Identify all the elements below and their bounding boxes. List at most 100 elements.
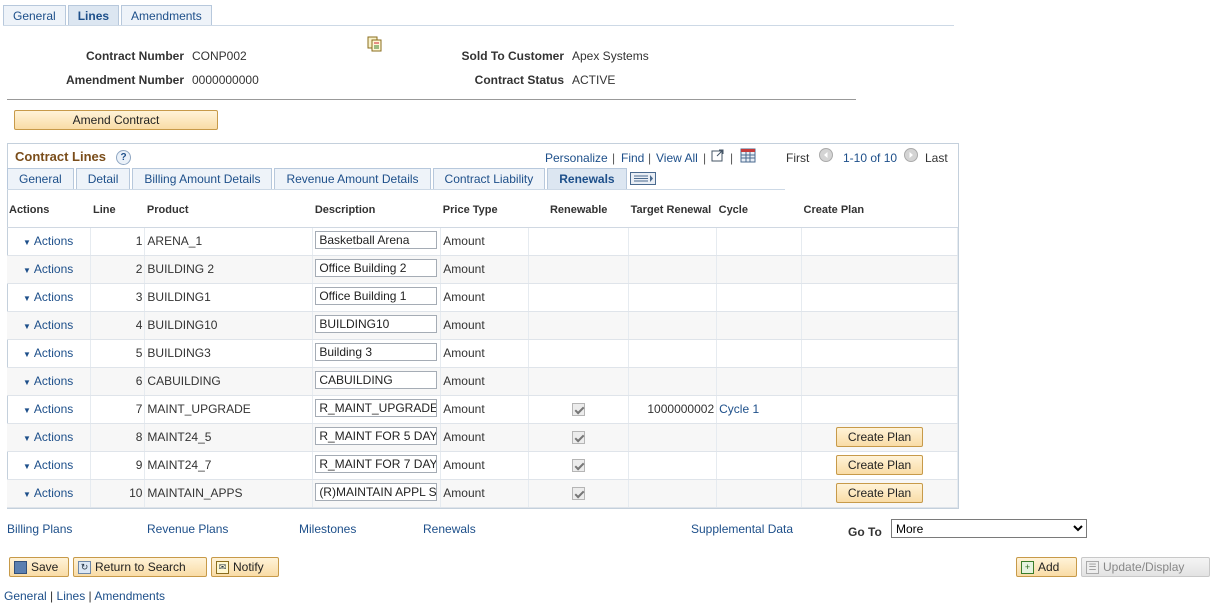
column-header-create-plan: Create Plan — [801, 194, 958, 228]
revenue-plans-link[interactable]: Revenue Plans — [147, 522, 228, 536]
description-input[interactable]: (R)MAINTAIN APPL S — [315, 482, 438, 501]
return-to-search-button[interactable]: ↻ Return to Search — [73, 557, 207, 577]
target-renewal-cell: 1000000002 — [628, 395, 718, 424]
renewable-checkbox[interactable] — [572, 487, 586, 501]
supplemental-data-link[interactable]: Supplemental Data — [691, 522, 793, 536]
tab-renewals[interactable]: Renewals — [547, 168, 627, 189]
create-plan-cell — [801, 311, 958, 340]
product-cell: BUILDING3 — [144, 339, 314, 368]
find-link[interactable]: Find — [621, 151, 644, 165]
price-type-cell: Amount — [440, 311, 530, 340]
product-cell: MAINT24_7 — [144, 451, 314, 480]
description-input[interactable]: CABUILDING — [315, 370, 438, 389]
create-plan-button[interactable]: Create Plan — [836, 483, 924, 503]
renewable-cell — [528, 311, 630, 340]
milestones-link[interactable]: Milestones — [299, 522, 356, 536]
sold-to-label: Sold To Customer — [461, 49, 564, 63]
row-actions-menu[interactable]: ▼ Actions — [23, 430, 73, 444]
row-actions-menu[interactable]: ▼ Actions — [23, 290, 73, 304]
row-actions-menu[interactable]: ▼ Actions — [23, 458, 73, 472]
actions-cell: ▼ Actions — [7, 367, 92, 396]
footer-page-links: General | Lines | Amendments — [4, 589, 165, 603]
renewable-checkbox[interactable] — [572, 459, 586, 473]
description-input[interactable]: BUILDING10 — [315, 314, 438, 333]
tab-amendments[interactable]: Amendments — [121, 5, 212, 26]
show-all-columns-icon[interactable] — [629, 168, 657, 189]
row-actions-menu[interactable]: ▼ Actions — [23, 262, 73, 276]
tab-billing-amount-details[interactable]: Billing Amount Details — [132, 168, 273, 189]
goto-select[interactable]: More — [891, 519, 1087, 538]
renewals-link[interactable]: Renewals — [423, 522, 476, 536]
description-input[interactable]: R_MAINT FOR 5 DAY — [315, 426, 438, 445]
create-plan-button[interactable]: Create Plan — [836, 455, 924, 475]
dropdown-caret-icon: ▼ — [23, 406, 31, 415]
row-actions-label: Actions — [33, 290, 74, 304]
footer-general-link[interactable]: General — [4, 589, 47, 603]
tab-detail[interactable]: Detail — [75, 168, 131, 189]
table-row: ▼ Actions 3 BUILDING1 Office Building 1 Amoun… — [7, 283, 958, 312]
help-icon[interactable]: ? — [116, 150, 131, 165]
nav-separator: | — [703, 151, 707, 165]
footer-separator: | — [88, 589, 92, 603]
add-button[interactable]: + Add — [1016, 557, 1077, 577]
description-input[interactable]: R_MAINT_UPGRADE — [315, 398, 438, 417]
billing-plans-link[interactable]: Billing Plans — [7, 522, 72, 536]
price-type-cell: Amount — [440, 423, 530, 452]
row-actions-menu[interactable]: ▼ Actions — [23, 234, 73, 248]
row-actions-label: Actions — [33, 402, 74, 416]
row-actions-label: Actions — [33, 262, 74, 276]
notify-button-label: Notify — [233, 560, 264, 574]
target-renewal-cell — [628, 479, 718, 508]
row-actions-menu[interactable]: ▼ Actions — [23, 486, 73, 500]
target-renewal-cell — [628, 255, 718, 284]
create-plan-cell: Create Plan — [801, 423, 958, 452]
description-input[interactable]: Office Building 1 — [315, 286, 438, 305]
target-renewal-cell — [628, 283, 718, 312]
column-header-description: Description — [312, 194, 441, 228]
description-input[interactable]: Office Building 2 — [315, 258, 438, 277]
renewable-checkbox[interactable] — [572, 403, 586, 417]
row-actions-menu[interactable]: ▼ Actions — [23, 374, 73, 388]
footer-lines-link[interactable]: Lines — [57, 589, 86, 603]
amend-contract-button[interactable]: Amend Contract — [14, 110, 218, 130]
first-label: First — [786, 151, 810, 165]
target-renewal-cell — [628, 423, 718, 452]
spreadsheet-download-icon[interactable] — [740, 148, 756, 163]
renewable-checkbox[interactable] — [572, 431, 586, 445]
tab-general[interactable]: General — [3, 5, 66, 26]
last-label: Last — [925, 151, 948, 165]
row-actions-label: Actions — [33, 374, 74, 388]
description-cell: BUILDING10 — [312, 311, 442, 340]
target-renewal-cell — [628, 227, 718, 256]
actions-cell: ▼ Actions — [7, 311, 92, 340]
return-to-search-label: Return to Search — [95, 560, 186, 574]
tab-lines[interactable]: Lines — [67, 5, 120, 26]
row-actions-menu[interactable]: ▼ Actions — [23, 318, 73, 332]
new-window-icon[interactable] — [711, 148, 725, 162]
notify-button[interactable]: ✉ Notify — [211, 557, 279, 577]
description-input[interactable]: Building 3 — [315, 342, 438, 361]
previous-arrow-icon[interactable] — [819, 148, 833, 162]
target-renewal-cell — [628, 451, 718, 480]
tab-contract-liability[interactable]: Contract Liability — [432, 168, 546, 189]
line-cell: 10 — [90, 479, 146, 508]
cycle-link[interactable]: Cycle 1 — [719, 402, 759, 416]
description-input[interactable]: R_MAINT FOR 7 DAY — [315, 454, 438, 473]
footer-amendments-link[interactable]: Amendments — [94, 589, 165, 603]
view-all-link[interactable]: View All — [656, 151, 698, 165]
row-actions-menu[interactable]: ▼ Actions — [23, 402, 73, 416]
dropdown-caret-icon: ▼ — [23, 294, 31, 303]
personalize-link[interactable]: Personalize — [545, 151, 608, 165]
row-actions-label: Actions — [33, 346, 74, 360]
create-plan-button[interactable]: Create Plan — [836, 427, 924, 447]
dropdown-caret-icon: ▼ — [23, 266, 31, 275]
tab-revenue-amount-details[interactable]: Revenue Amount Details — [274, 168, 431, 189]
next-arrow-icon[interactable] — [904, 148, 918, 162]
update-display-button[interactable]: ☰ Update/Display — [1081, 557, 1210, 577]
document-copy-icon[interactable] — [367, 36, 383, 52]
tab-general-grid[interactable]: General — [7, 168, 74, 189]
save-button[interactable]: Save — [9, 557, 69, 577]
row-actions-menu[interactable]: ▼ Actions — [23, 346, 73, 360]
product-cell: BUILDING10 — [144, 311, 314, 340]
description-input[interactable]: Basketball Arena — [315, 230, 438, 249]
